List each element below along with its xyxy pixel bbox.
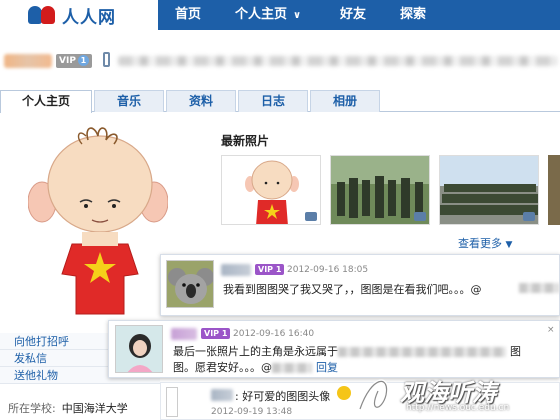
nav-profile[interactable]: 个人主页 ∨ bbox=[235, 0, 301, 30]
top-nav: 人人网 首页 个人主页 ∨ 好友 探索 bbox=[0, 0, 560, 30]
comment-time: 2012-09-16 18:05 bbox=[287, 265, 369, 275]
commenter-name-blurred[interactable] bbox=[171, 328, 197, 340]
status-text-blurred bbox=[118, 56, 558, 66]
commenter-avatar-koala[interactable] bbox=[166, 260, 214, 308]
nav-profile-label: 个人主页 bbox=[235, 7, 288, 22]
commenter-avatar-girl[interactable] bbox=[115, 325, 163, 373]
renren-logo[interactable]: 人人网 bbox=[0, 0, 158, 30]
renren-logo-icon bbox=[28, 4, 58, 26]
chevron-down-icon: ∨ bbox=[293, 10, 302, 21]
photo-thumb-partial[interactable] bbox=[548, 155, 560, 225]
mobile-phone-icon bbox=[103, 52, 110, 67]
mention-blurred bbox=[272, 363, 312, 373]
tab-info[interactable]: 资料 bbox=[166, 90, 236, 112]
comment-card-2: VIP 1 2012-09-16 16:40 × 最后一张照片上的主角是永远属于… bbox=[108, 320, 560, 378]
latest-photos-title: 最新照片 bbox=[221, 134, 270, 148]
vip-level: 1 bbox=[221, 329, 228, 338]
profile-tabs: 个人主页 音乐 资料 日志 相册 bbox=[0, 90, 560, 113]
see-more-link[interactable]: 查看更多 ▼ bbox=[458, 235, 512, 251]
school-value[interactable]: 中国海洋大学 bbox=[62, 402, 128, 415]
comment-bubble-icon bbox=[414, 212, 426, 221]
profile-header: VIP 1 bbox=[0, 46, 560, 76]
photo-thumb-soldiers-2[interactable] bbox=[439, 155, 539, 225]
mention-blurred bbox=[519, 283, 559, 293]
photo-thumb-cartoon[interactable] bbox=[221, 155, 321, 225]
comment-bubble-icon bbox=[305, 212, 317, 221]
photo-thumb-soldiers-1[interactable] bbox=[330, 155, 430, 225]
tab-album[interactable]: 相册 bbox=[310, 90, 380, 112]
commenter-vip-badge: VIP 1 bbox=[255, 264, 285, 275]
nav-home[interactable]: 首页 bbox=[175, 0, 201, 30]
vip-badge[interactable]: VIP 1 bbox=[56, 54, 92, 68]
tab-profile[interactable]: 个人主页 bbox=[0, 90, 92, 113]
tab-blog[interactable]: 日志 bbox=[238, 90, 308, 112]
comment-text-part: 最后一张照片上的主角是永远属于 bbox=[173, 345, 338, 358]
see-more-label: 查看更多 bbox=[458, 237, 502, 250]
comment-card-1: VIP 1 2012-09-16 18:05 我看到图图哭了我又哭了，，图图是在… bbox=[160, 254, 560, 316]
koala-image bbox=[167, 261, 213, 307]
comment-text-part: 图。愿君安好。。。@ bbox=[173, 361, 272, 374]
vip-level: 1 bbox=[275, 265, 282, 274]
watermark-url: http://news.ouc.edu.cn bbox=[406, 403, 510, 413]
comment-text-line-2: 图。愿君安好。。。@ 回复 bbox=[173, 359, 338, 375]
smiley-emoji-icon bbox=[337, 386, 351, 400]
comment-text: : 好可爱的图图头像 bbox=[235, 390, 331, 403]
vip-label: VIP bbox=[258, 265, 274, 274]
vip-label: VIP bbox=[204, 329, 220, 338]
watermark-logo: 观海听涛 http://news.ouc.edu.cn bbox=[356, 371, 556, 417]
school-info: 所在学校: 中国海洋大学 bbox=[8, 400, 128, 416]
profile-avatar[interactable] bbox=[27, 124, 169, 324]
logo-text: 人人网 bbox=[62, 7, 116, 28]
profile-name-blurred bbox=[4, 54, 52, 68]
tab-music[interactable]: 音乐 bbox=[94, 90, 164, 112]
comment-text-line-1: 最后一张照片上的主角是永远属于 图 bbox=[173, 343, 521, 359]
commenter-name-blurred[interactable] bbox=[211, 389, 233, 401]
comment-text: 我看到图图哭了我又哭了，，图图是在看我们吧。。。@ bbox=[223, 283, 482, 296]
commenter-name-blurred[interactable] bbox=[221, 264, 251, 276]
commenter-vip-badge: VIP 1 bbox=[201, 328, 231, 339]
close-icon[interactable]: × bbox=[547, 325, 555, 335]
cartoon-boy-avatar bbox=[27, 127, 169, 315]
nav-friends[interactable]: 好友 bbox=[340, 0, 366, 30]
redacted-text-blurred bbox=[338, 347, 506, 357]
school-label: 所在学校: bbox=[8, 402, 56, 415]
nav-explore[interactable]: 探索 bbox=[400, 0, 426, 30]
comment-time: 2012-09-19 13:48 bbox=[211, 407, 293, 417]
commenter-avatar-partial[interactable] bbox=[166, 387, 178, 417]
reply-link[interactable]: 回复 bbox=[316, 361, 338, 374]
vip-level: 1 bbox=[77, 55, 89, 66]
vip-label: VIP bbox=[59, 56, 76, 66]
girl-photo-image bbox=[116, 326, 162, 372]
comment-time: 2012-09-16 16:40 bbox=[233, 329, 315, 339]
chevron-down-icon: ▼ bbox=[505, 240, 513, 250]
comment-text-tail: 图 bbox=[510, 345, 521, 358]
comment-bubble-icon bbox=[523, 212, 535, 221]
